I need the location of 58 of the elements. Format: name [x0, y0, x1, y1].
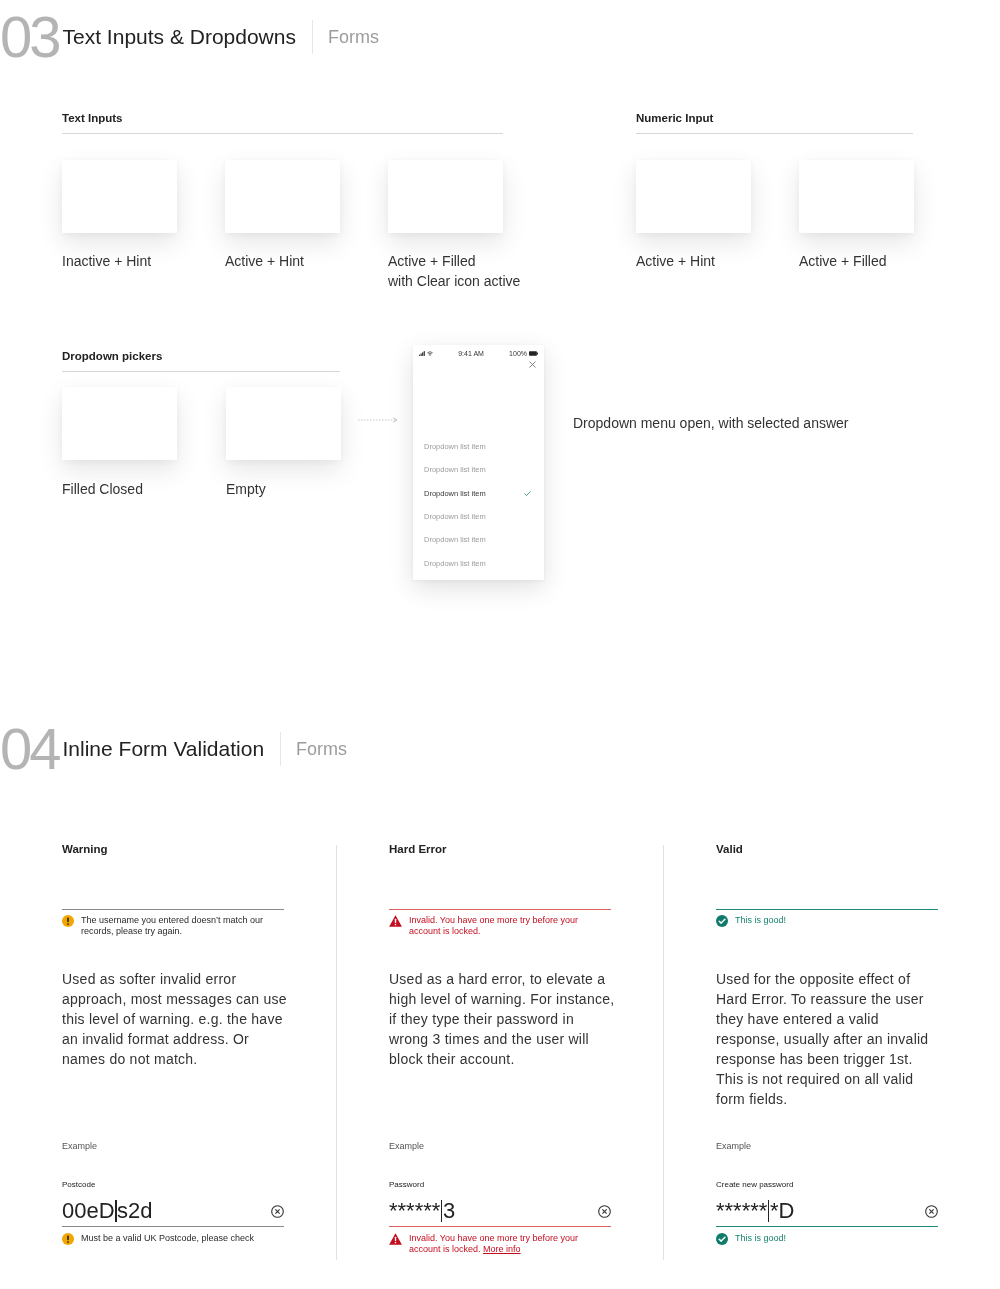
- warning-icon: [62, 915, 74, 927]
- section-category: Forms: [327, 26, 379, 49]
- group-heading: Numeric Input: [636, 111, 714, 125]
- text-cursor-icon: [115, 1200, 117, 1222]
- preview-caption: Dropdown menu open, with selected answer: [573, 414, 849, 433]
- input-field[interactable]: ******3: [389, 1196, 611, 1227]
- warning-triangle-icon: [389, 915, 402, 927]
- card-label: Active + Hint: [636, 252, 715, 271]
- clear-icon[interactable]: [271, 1204, 284, 1218]
- battery-icon: [529, 350, 538, 356]
- check-circle-icon: [716, 1233, 728, 1245]
- card-label: Filled Closed: [62, 480, 143, 499]
- field-label: Postcode: [62, 1180, 96, 1190]
- validation-message: The username you entered doesn’t match our records, please try again.: [81, 915, 265, 937]
- example-label: Example: [716, 1140, 751, 1152]
- card-label: Active + Hint: [225, 252, 304, 271]
- warning-triangle-icon: [389, 1233, 402, 1245]
- warning-icon: [62, 1233, 74, 1245]
- validation-message: Must be a valid UK Postcode, please check: [81, 1233, 256, 1244]
- card-note: with Clear icon active: [388, 272, 521, 291]
- input-field[interactable]: 00eDs2d: [62, 1196, 284, 1227]
- column-heading: Hard Error: [389, 842, 447, 856]
- card-label: Active + Filled: [799, 252, 887, 271]
- group-heading: Text Inputs: [62, 111, 123, 125]
- validation-message: Invalid. You have one more try before your account is locked. More info: [409, 1233, 580, 1255]
- example-label: Example: [62, 1140, 97, 1152]
- validation-message: This is good!: [735, 1233, 788, 1244]
- wifi-icon: [427, 350, 433, 356]
- section-title: Text Inputs & Dropdowns: [62, 24, 296, 50]
- input-field[interactable]: *******D: [716, 1196, 938, 1227]
- section-number: 04: [0, 720, 59, 778]
- card-label: Empty: [226, 480, 266, 499]
- close-icon[interactable]: [529, 361, 536, 368]
- text-cursor-icon: [440, 1200, 443, 1222]
- description-text: Used as a hard error, to elevate a high level of warning. For instance, if they type their password in wrong 3 times and the user will block their account.: [389, 970, 615, 1069]
- check-icon: [524, 490, 531, 496]
- validation-message: This is good!: [735, 915, 788, 926]
- dashed-arrow: [358, 416, 398, 424]
- field-label: Password: [389, 1180, 425, 1190]
- field-label: Create new password: [716, 1180, 794, 1190]
- description-text: Used for the opposite effect of Hard Error. To reassure the user they have entered a valid response, usually after an invalid response has been trigger 1st. This is not required on all valid form fields.: [716, 970, 930, 1109]
- section-title: Inline Form Validation: [62, 736, 265, 762]
- card-label: Inactive + Hint: [62, 252, 152, 271]
- column-heading: Warning: [62, 842, 108, 856]
- validation-message: Invalid. You have one more try before your account is locked.: [409, 915, 580, 937]
- check-circle-icon: [716, 915, 728, 927]
- card-label: Active + Filled: [388, 252, 476, 271]
- group-heading: Dropdown pickers: [62, 349, 163, 363]
- more-info-link[interactable]: More info: [483, 1244, 521, 1254]
- clear-icon[interactable]: [598, 1204, 611, 1218]
- example-label: Example: [389, 1140, 424, 1152]
- column-heading: Valid: [716, 842, 743, 856]
- text-cursor-icon: [767, 1200, 770, 1222]
- clear-icon[interactable]: [925, 1204, 938, 1218]
- section-number: 03: [0, 8, 59, 66]
- description-text: Used as softer invalid error approach, most messages can use this level of warning. e.g. the have an invalid format address. Or names do not match.: [62, 970, 288, 1069]
- signal-icon: [419, 350, 425, 356]
- section-category: Forms: [296, 738, 348, 761]
